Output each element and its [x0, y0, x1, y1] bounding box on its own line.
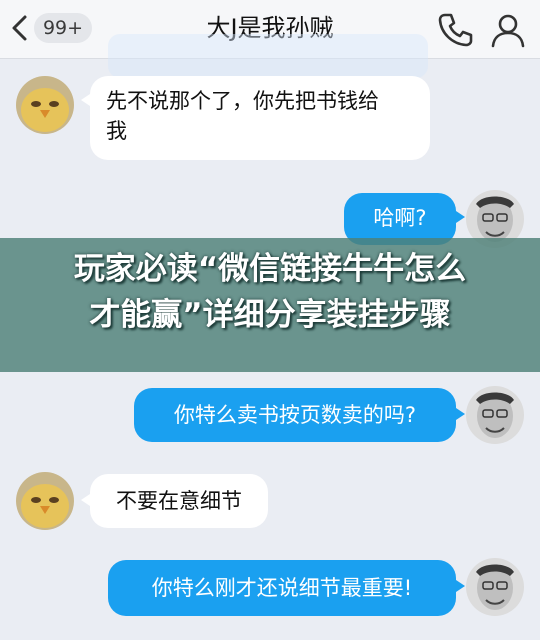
message-bubble-sent: 你特么刚才还说细节最重要!	[108, 560, 465, 616]
message-text-line: 先不说那个了，你先把书钱给	[106, 89, 379, 113]
message-bubble-sent: 你特么卖书按页数卖的吗?	[134, 388, 465, 442]
bubble-tail	[453, 406, 465, 422]
overlay-line: 玩家必读“微信链接牛牛怎么	[73, 251, 467, 287]
bubble-tail	[81, 92, 93, 108]
chick-avatar-icon	[16, 472, 74, 530]
bubble-tail	[453, 209, 465, 225]
faded-background-bubble	[108, 34, 428, 78]
message-text: 你特么卖书按页数卖的吗?	[173, 403, 417, 427]
message-text: 你特么刚才还说细节最重要!	[151, 576, 413, 600]
phone-icon[interactable]	[436, 11, 474, 47]
contact-avatar[interactable]	[16, 76, 74, 134]
my-avatar[interactable]	[466, 386, 524, 444]
message-text: 哈啊?	[373, 206, 427, 230]
message-bubble-received: 不要在意细节	[81, 474, 268, 528]
overlay-headline: 玩家必读“微信链接牛牛怎么 才能赢”详细分享装挂步骤	[10, 246, 530, 338]
message-text: 不要在意细节	[116, 489, 242, 513]
user-photo-avatar-icon	[466, 386, 524, 444]
message-bubble-received: 先不说那个了，你先把书钱给 我	[81, 76, 430, 160]
group-members-icon[interactable]	[488, 12, 528, 48]
message-text-line: 我	[106, 119, 127, 143]
contact-avatar[interactable]	[16, 472, 74, 530]
user-photo-avatar-icon	[466, 558, 524, 616]
my-avatar[interactable]	[466, 558, 524, 616]
bubble-tail	[453, 578, 465, 594]
bubble-tail	[81, 492, 93, 508]
back-arrow-icon[interactable]	[6, 12, 34, 44]
unread-count-badge[interactable]: 99+	[34, 13, 92, 43]
overlay-line: 才能赢”详细分享装挂步骤	[89, 297, 451, 333]
chick-avatar-icon	[16, 76, 74, 134]
